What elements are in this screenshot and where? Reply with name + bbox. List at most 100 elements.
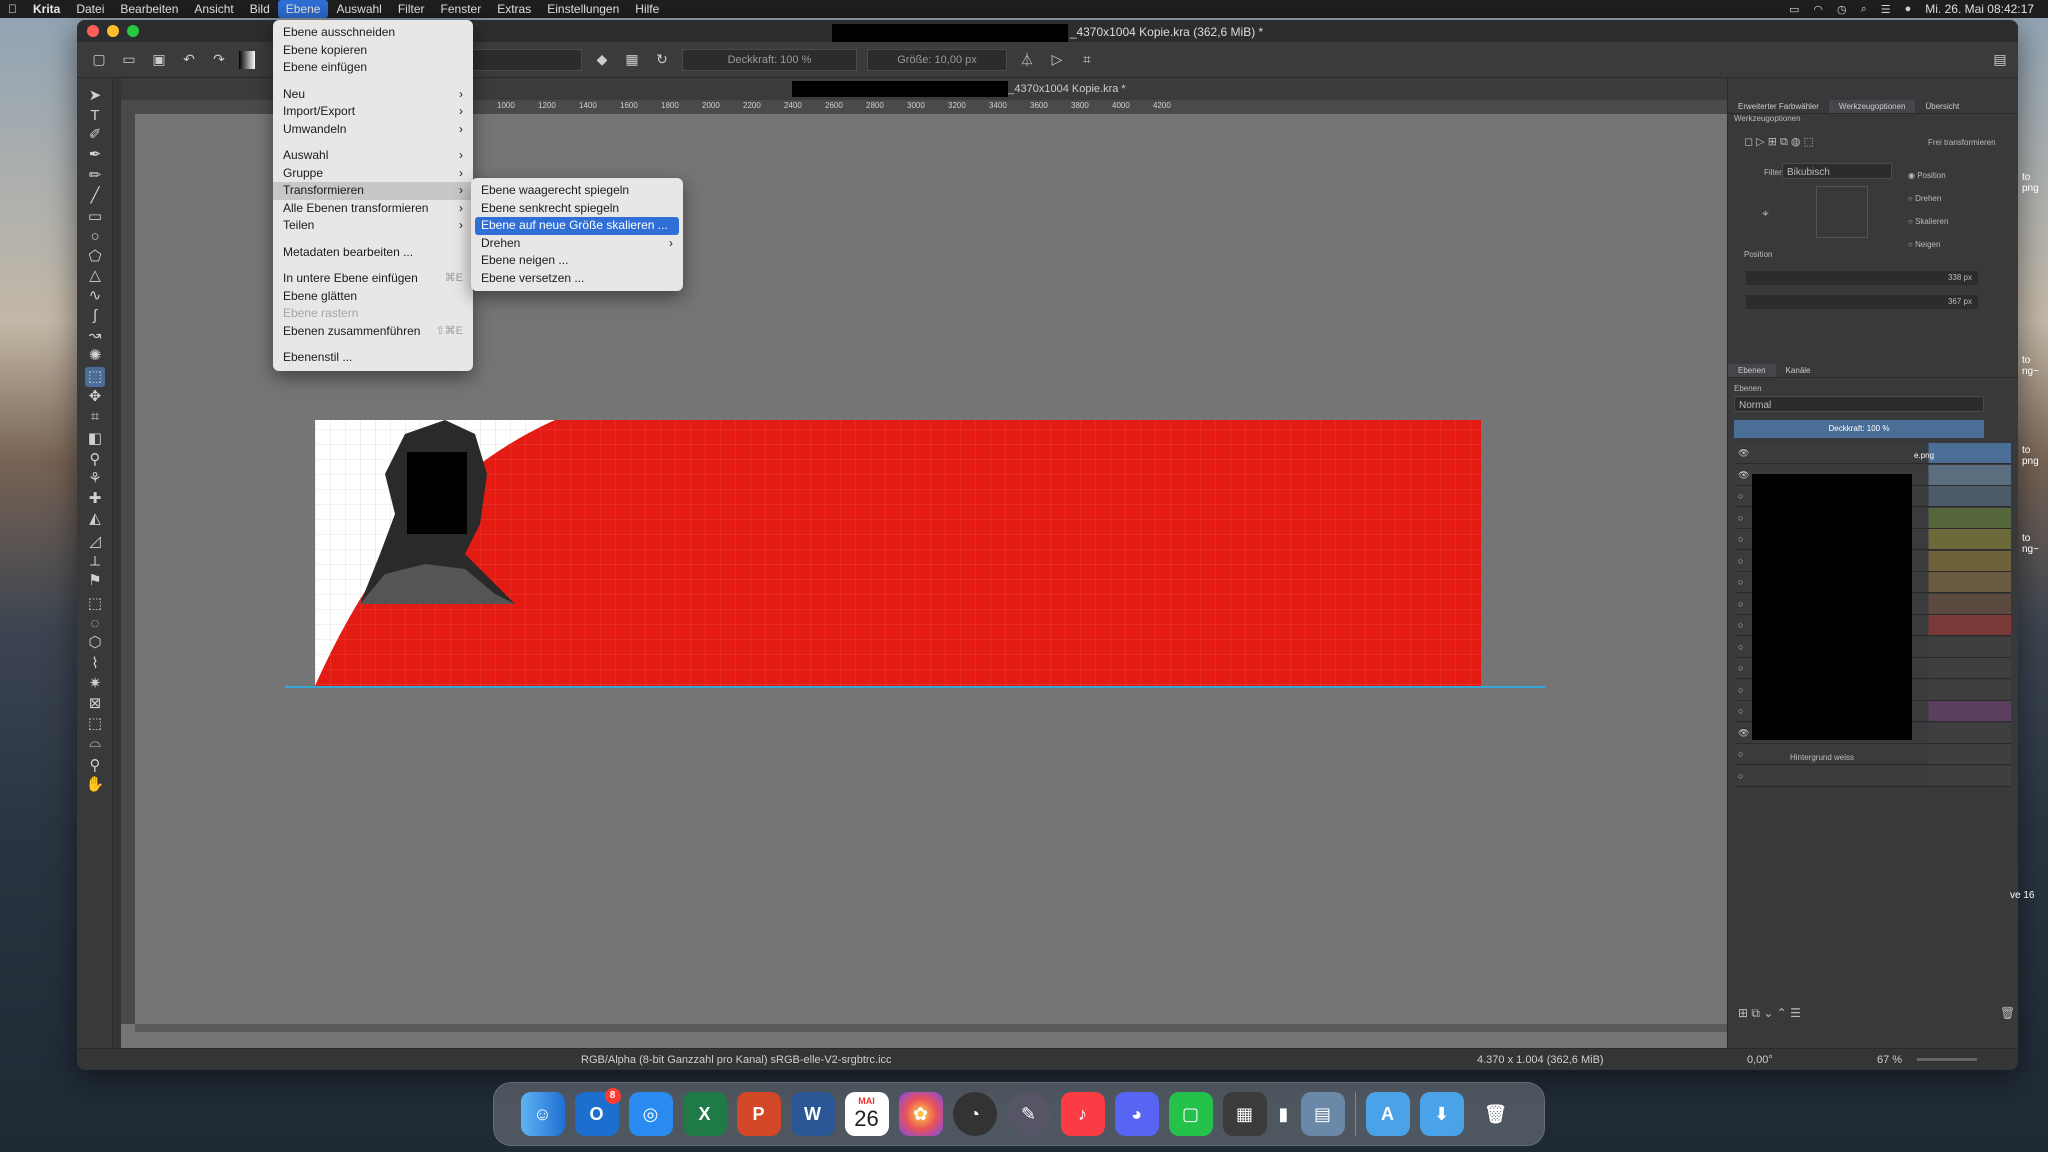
activity-icon[interactable]: ◔: [952, 1092, 997, 1136]
menu-item-ebene-glätten[interactable]: Ebene glätten: [273, 288, 473, 306]
launchpad-icon[interactable]: ▦: [1222, 1092, 1267, 1136]
menubar-item-extras[interactable]: Extras: [489, 0, 539, 18]
visibility-eye-icon[interactable]: ○: [1738, 513, 1743, 523]
menu-item-drehen[interactable]: Drehen ›: [471, 235, 683, 253]
zoom-slider[interactable]: [1917, 1058, 1977, 1061]
layer-row[interactable]: 👁: [1736, 443, 2011, 464]
similar-select-icon[interactable]: ⊠: [85, 694, 105, 714]
mirror-vertical-icon[interactable]: ▷: [1047, 50, 1067, 70]
dynamic-brush-icon[interactable]: ↝: [85, 326, 105, 346]
crop-tool-icon[interactable]: ⌗: [85, 407, 105, 427]
menu-item-in-untere-ebene-einfügen[interactable]: In untere Ebene einfügen ⌘E: [273, 270, 473, 288]
layer-row[interactable]: ○: [1736, 765, 2011, 787]
line-tool-icon[interactable]: ╱: [85, 186, 105, 206]
magic-wand-icon[interactable]: ✷: [85, 674, 105, 694]
facetime-icon[interactable]: ▢: [1168, 1092, 1213, 1136]
blend-mode-select[interactable]: [470, 48, 582, 71]
safari-icon[interactable]: ◎: [628, 1092, 673, 1136]
freehand-path-icon[interactable]: ʃ: [85, 306, 105, 326]
battery-icon[interactable]: ▭: [1789, 3, 1799, 16]
desktop-file-label[interactable]: to png: [2022, 445, 2039, 467]
panel-tab-0[interactable]: Erweiterter Farbwähler: [1728, 100, 1829, 113]
music-icon[interactable]: ♪: [1060, 1092, 1105, 1136]
workspace-icon[interactable]: ▤: [1990, 50, 2010, 70]
delete-layer-icon[interactable]: 🗑: [2000, 1006, 2015, 1020]
transform-option-radio[interactable]: ○ Skalieren: [1908, 210, 1948, 233]
layer-row[interactable]: ○: [1736, 744, 2011, 765]
control-center-icon[interactable]: ☰: [1881, 3, 1891, 16]
rotation-status[interactable]: 0,00°: [1747, 1054, 1773, 1066]
open-folder-icon[interactable]: ▭: [119, 50, 139, 70]
colorize-mask-icon[interactable]: ⚘: [85, 469, 105, 489]
fill-tool-icon[interactable]: ◭: [85, 509, 105, 529]
eraser-mode-icon[interactable]: ◆: [592, 50, 612, 70]
menu-item-gruppe[interactable]: Gruppe ›: [273, 165, 473, 183]
panel-tab-1[interactable]: Werkzeugoptionen: [1828, 100, 1916, 113]
spotlight-search-icon[interactable]: ⌕: [1861, 3, 1867, 16]
preserve-alpha-icon[interactable]: ▦: [622, 50, 642, 70]
menubar-item-fenster[interactable]: Fenster: [433, 0, 490, 18]
krita-icon[interactable]: ✎: [1006, 1092, 1051, 1136]
smart-patch-icon[interactable]: ✚: [85, 489, 105, 509]
applications-folder-icon[interactable]: A: [1365, 1092, 1410, 1136]
position-y-input[interactable]: 367 px: [1746, 295, 1978, 309]
menu-item-teilen[interactable]: Teilen ›: [273, 217, 473, 235]
select-shape-icon[interactable]: ➤: [85, 86, 105, 106]
visibility-eye-icon[interactable]: ○: [1738, 706, 1743, 716]
menu-item-alle-ebenen-transformieren[interactable]: Alle Ebenen transformieren ›: [273, 200, 473, 218]
redo-icon[interactable]: ↷: [209, 50, 229, 70]
menu-item-auswahl[interactable]: Auswahl ›: [273, 147, 473, 165]
reference-tool-icon[interactable]: ⚑: [85, 571, 105, 591]
menu-item-transformieren[interactable]: Transformieren ›: [273, 182, 473, 200]
measure-tool-icon[interactable]: ⟂: [85, 552, 105, 572]
menu-item-ebenenstil[interactable]: Ebenenstil ...: [273, 349, 473, 367]
bezier-tool-icon[interactable]: ∿: [85, 286, 105, 306]
menu-item-ebenen-zusammenführen[interactable]: Ebenen zusammenführen ⇧⌘E: [273, 323, 473, 341]
polyline-tool-icon[interactable]: △: [85, 266, 105, 286]
anchor-grid[interactable]: [1816, 186, 1868, 238]
desktop-file-label[interactable]: to png: [2022, 172, 2039, 194]
gradient-tool-icon[interactable]: ◧: [85, 429, 105, 449]
menubar-item-filter[interactable]: Filter: [390, 0, 433, 18]
reload-preset-icon[interactable]: ↻: [652, 50, 672, 70]
visibility-eye-icon[interactable]: ○: [1738, 534, 1743, 544]
mirror-horizontal-icon[interactable]: ⏃: [1017, 50, 1037, 70]
menu-item-ebene-ausschneiden[interactable]: Ebene ausschneiden: [273, 24, 473, 42]
rect-select-icon[interactable]: ⬚: [85, 594, 105, 614]
menubar-item-hilfe[interactable]: Hilfe: [627, 0, 667, 18]
discord-icon[interactable]: ◕: [1114, 1092, 1159, 1136]
brush-size-slider[interactable]: Größe: 10,00 px: [867, 48, 1007, 71]
filter-select[interactable]: Bikubisch: [1782, 163, 1892, 179]
transform-option-radio[interactable]: ○ Neigen: [1908, 233, 1948, 256]
menu-item-metadaten-bearbeiten[interactable]: Metadaten bearbeiten ...: [273, 244, 473, 262]
menubar-item-bild[interactable]: Bild: [242, 0, 278, 18]
menu-item-ebene-einfügen[interactable]: Ebene einfügen: [273, 59, 473, 77]
color-picker-icon[interactable]: ⚲: [85, 450, 105, 470]
menubar-item-auswahl[interactable]: Auswahl: [328, 0, 389, 18]
powerpoint-icon[interactable]: P: [736, 1092, 781, 1136]
undo-icon[interactable]: ↶: [179, 50, 199, 70]
transform-tool-icon[interactable]: ⬚: [85, 367, 105, 387]
menu-item-ebene-kopieren[interactable]: Ebene kopieren: [273, 42, 473, 60]
position-x-input[interactable]: 338 px: [1746, 271, 1978, 285]
visibility-eye-icon[interactable]: ○: [1738, 685, 1743, 695]
menu-item-ebene-versetzen[interactable]: Ebene versetzen ...: [471, 270, 683, 288]
menu-item-ebene-waagerecht-spiegeln[interactable]: Ebene waagerecht spiegeln: [471, 182, 683, 200]
text-tool-icon[interactable]: T: [85, 106, 105, 126]
new-document-icon[interactable]: ▢: [89, 50, 109, 70]
downloads-folder-icon[interactable]: ⬇: [1419, 1092, 1464, 1136]
menu-item-neu[interactable]: Neu ›: [273, 86, 473, 104]
zoom-tool-icon[interactable]: ⚲: [85, 756, 105, 776]
brush-tool-icon[interactable]: ✏: [85, 166, 105, 186]
visibility-eye-icon[interactable]: ○: [1738, 771, 1743, 781]
layer-actions-icons[interactable]: ⊞ ⧉ ⌄ ⌃ ☰: [1738, 1006, 1801, 1021]
opacity-slider[interactable]: Deckkraft: 100 %: [682, 48, 857, 71]
menu-item-umwandeln[interactable]: Umwandeln ›: [273, 121, 473, 139]
visibility-eye-icon[interactable]: 👁: [1738, 728, 1749, 739]
preview-icon[interactable]: ▤: [1300, 1092, 1345, 1136]
layers-tab-1[interactable]: Kanäle: [1776, 364, 1821, 377]
freehand-select-icon[interactable]: ⌇: [85, 654, 105, 674]
transform-mode-icons[interactable]: ◻ ▷ ⊞ ⧉ ◍ ⬚: [1744, 135, 1814, 149]
desktop-file-label[interactable]: ve 16: [2010, 890, 2034, 901]
photos-icon[interactable]: ✿: [898, 1092, 943, 1136]
